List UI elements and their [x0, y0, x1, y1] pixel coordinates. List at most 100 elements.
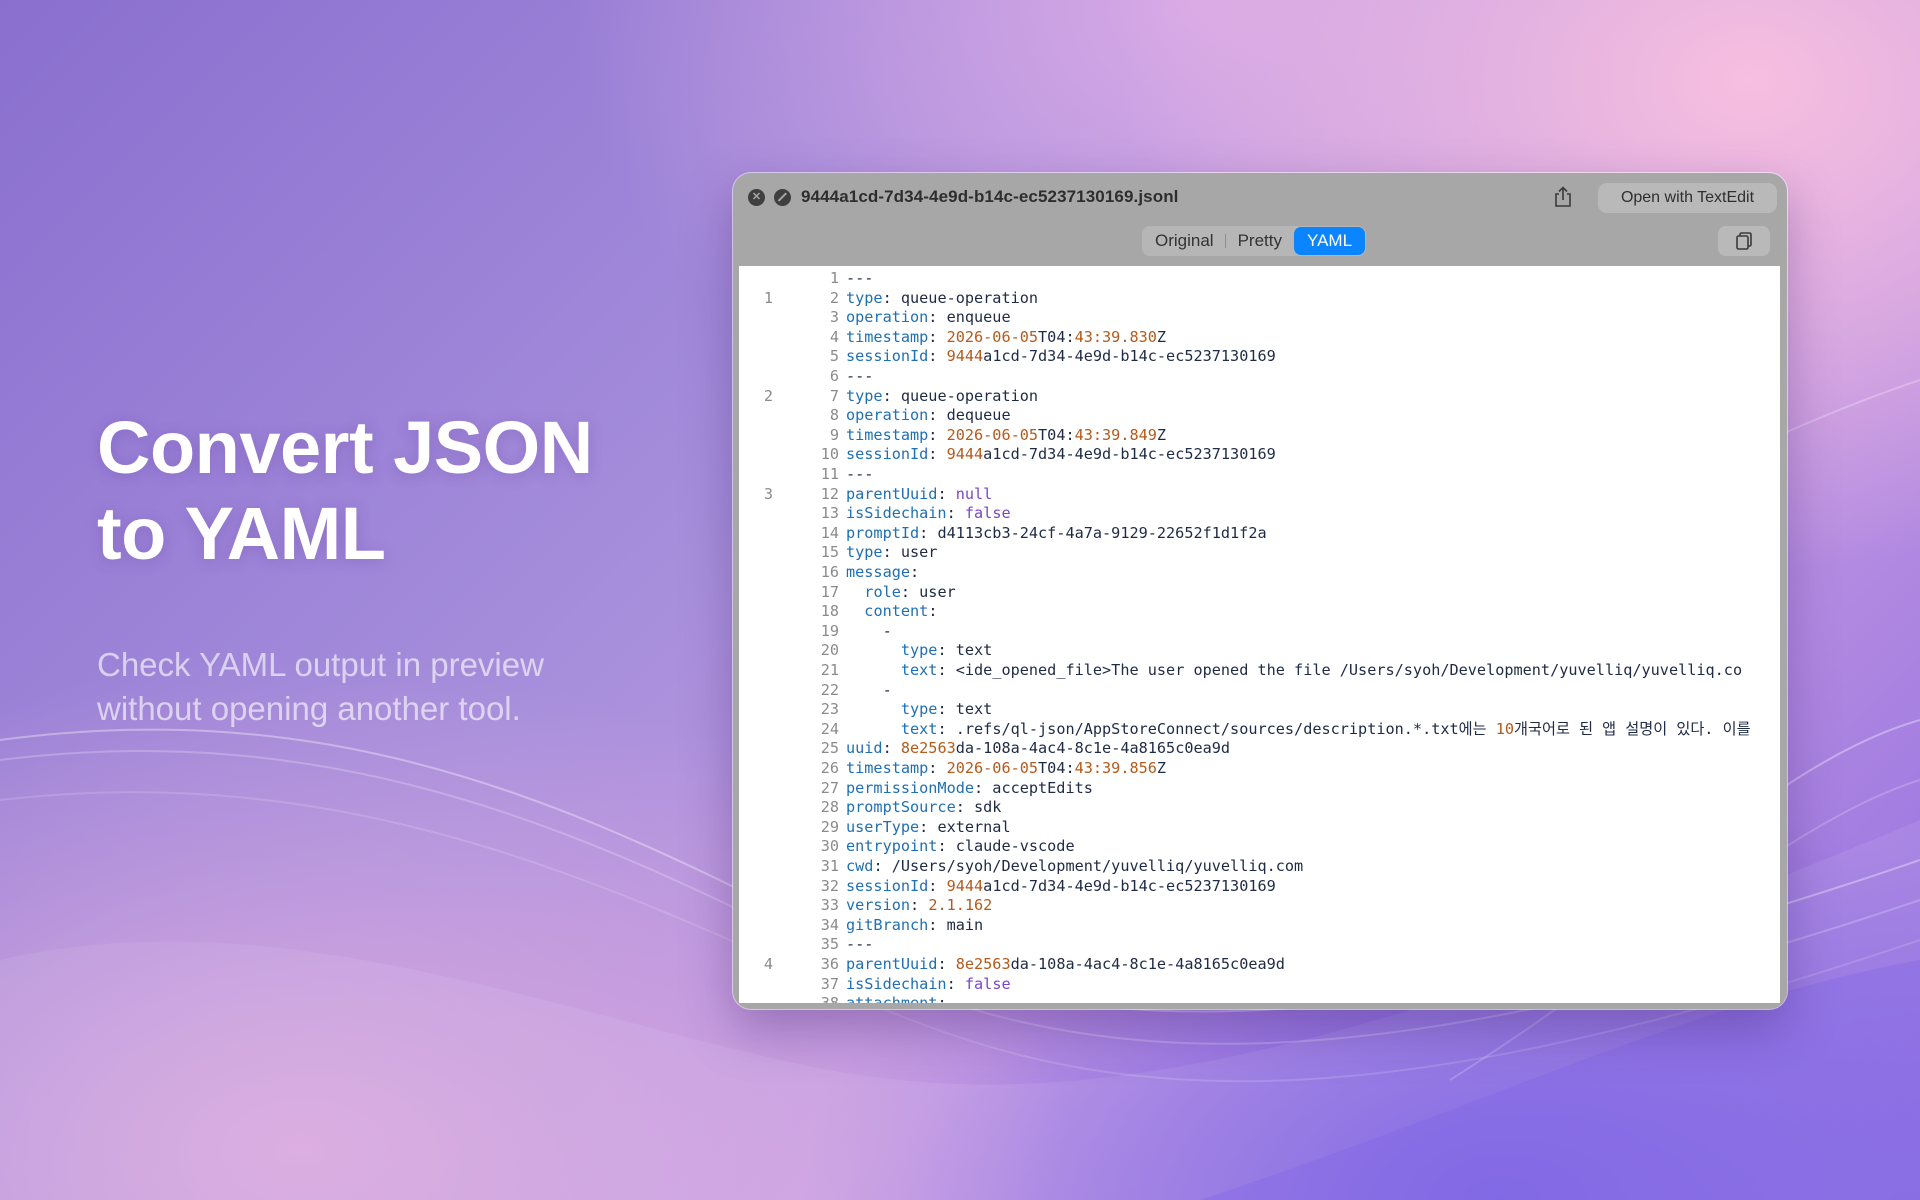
- line-number: 24: [820, 719, 839, 738]
- tab-yaml[interactable]: YAML: [1294, 227, 1366, 255]
- code-line: 31 cwd: /Users/syoh/Development/yuvelliq/…: [739, 857, 1780, 877]
- yaml-key: type: [900, 641, 938, 660]
- code-text: cwd: /Users/syoh/Development/yuvelliq/yu…: [846, 857, 1303, 877]
- yaml-value: :: [928, 445, 947, 464]
- hero: Convert JSON to YAML Check YAML output i…: [97, 405, 697, 731]
- code-line: 34 gitBranch: main: [739, 916, 1780, 936]
- tab-original[interactable]: Original: [1143, 226, 1226, 256]
- yaml-value: [846, 720, 901, 738]
- yaml-key: type: [846, 386, 883, 405]
- line-number: 22: [820, 680, 839, 699]
- yaml-key: sessionId: [846, 347, 929, 366]
- yaml-number: 9444: [946, 347, 984, 366]
- yaml-key: sessionId: [846, 876, 929, 895]
- yaml-literal: false: [964, 974, 1011, 993]
- yaml-value: T04:: [1038, 327, 1075, 346]
- record-number: 4: [763, 955, 773, 973]
- yaml-value: :: [910, 563, 920, 581]
- line-number: 33: [820, 896, 839, 915]
- code-line: 18 content:: [739, 602, 1780, 622]
- line-number: 10: [820, 445, 839, 464]
- yaml-key: message: [846, 563, 911, 581]
- code-text: text: <ide_opened_file>The user opened t…: [846, 661, 1742, 681]
- code-text: parentUuid: null: [846, 485, 992, 505]
- yaml-value: : user: [882, 543, 938, 562]
- yaml-value: : sdk: [955, 798, 1002, 817]
- code-line: 10 sessionId: 9444a1cd-7d34-4e9d-b14c-ec5…: [739, 445, 1780, 465]
- code-text: sessionId: 9444a1cd-7d34-4e9d-b14c-ec523…: [846, 445, 1276, 465]
- yaml-key: entrypoint: [846, 837, 938, 856]
- tab-pretty[interactable]: Pretty: [1226, 226, 1294, 256]
- yaml-value: da-108a-4ac4-8c1e-4a8165c0ea9d: [1010, 955, 1285, 973]
- line-number: 31: [820, 857, 839, 875]
- open-with-textedit-button[interactable]: Open with TextEdit: [1598, 183, 1777, 213]
- yaml-value: :: [928, 347, 947, 366]
- yaml-value: a1cd-7d34-4e9d-b14c-ec5237130169: [983, 347, 1276, 366]
- line-number: 2: [829, 288, 839, 307]
- line-number: 37: [820, 974, 839, 993]
- line-number: 28: [820, 798, 839, 817]
- yaml-value: : text: [937, 700, 993, 719]
- line-number: 11: [820, 465, 839, 483]
- code-line: 2 7 type: queue-operation: [739, 387, 1780, 407]
- yaml-key: version: [846, 896, 911, 915]
- line-number: 9: [829, 425, 839, 444]
- line-number: 34: [820, 915, 839, 934]
- code-line: 11 ---: [739, 465, 1780, 485]
- yaml-value: : text: [937, 641, 993, 660]
- yaml-value: :: [946, 504, 965, 523]
- line-number: 25: [820, 739, 839, 758]
- code-line: 24 text: .refs/ql-json/AppStoreConnect/s…: [739, 720, 1780, 740]
- code-line: 26 timestamp: 2026-06-05T04:43:39.856Z: [739, 759, 1780, 779]
- yaml-value: [846, 641, 901, 659]
- block-icon[interactable]: [774, 189, 791, 206]
- code-line: 28 promptSource: sdk: [739, 798, 1780, 818]
- share-icon[interactable]: [1553, 186, 1573, 208]
- code-line: 13 isSidechain: false: [739, 504, 1780, 524]
- code-line: 21 text: <ide_opened_file>The user opene…: [739, 661, 1780, 681]
- yaml-key: sessionId: [846, 445, 929, 464]
- yaml-value: : queue-operation: [882, 386, 1039, 405]
- yaml-value: ---: [846, 935, 874, 954]
- yaml-value: [846, 602, 864, 620]
- code-text: operation: enqueue: [846, 308, 1011, 328]
- code-line: 30 entrypoint: claude-vscode: [739, 837, 1780, 857]
- code-line: 19 -: [739, 622, 1780, 642]
- line-number: 4: [829, 327, 839, 346]
- yaml-value: :: [937, 484, 956, 503]
- code-line: 8 operation: dequeue: [739, 406, 1780, 426]
- code-line: 33 version: 2.1.162: [739, 896, 1780, 916]
- yaml-key: timestamp: [846, 327, 929, 346]
- copy-button[interactable]: [1718, 226, 1770, 256]
- yaml-key: parentUuid: [846, 955, 938, 973]
- code-text: attachment:: [846, 994, 947, 1003]
- yaml-number: 8e2563: [900, 739, 956, 758]
- title-bar: ✕ 9444a1cd-7d34-4e9d-b14c-ec5237130169.j…: [733, 173, 1787, 221]
- code-text: type: text: [846, 700, 992, 720]
- line-number: 32: [820, 876, 839, 895]
- line-number: 29: [820, 817, 839, 836]
- yaml-value: : dequeue: [928, 406, 1011, 425]
- yaml-number: 2026-06-05: [946, 327, 1039, 346]
- yaml-number: 10: [1495, 719, 1515, 738]
- code-line: 38 attachment:: [739, 994, 1780, 1003]
- code-text: sessionId: 9444a1cd-7d34-4e9d-b14c-ec523…: [846, 347, 1276, 367]
- close-icon[interactable]: ✕: [748, 189, 765, 206]
- code-text: entrypoint: claude-vscode: [846, 837, 1075, 857]
- code-line: 23 type: text: [739, 700, 1780, 720]
- line-number: 30: [820, 837, 839, 856]
- line-number: 35: [820, 935, 839, 954]
- line-number: 23: [820, 700, 839, 719]
- yaml-key: promptId: [846, 523, 920, 542]
- yaml-value: :: [882, 739, 901, 758]
- yaml-value: Z: [1156, 759, 1167, 777]
- code-line: 27 permissionMode: acceptEdits: [739, 779, 1780, 799]
- line-number: 16: [820, 563, 839, 581]
- yaml-code-view[interactable]: 1 --- 1 2 type: queue-operation 3 operation: e…: [739, 266, 1780, 1003]
- yaml-key: uuid: [846, 739, 883, 758]
- yaml-value: : main: [928, 915, 984, 934]
- line-number: 26: [820, 759, 839, 777]
- yaml-key: type: [846, 288, 883, 307]
- record-number: 1: [763, 288, 773, 307]
- line-number: 7: [829, 386, 839, 405]
